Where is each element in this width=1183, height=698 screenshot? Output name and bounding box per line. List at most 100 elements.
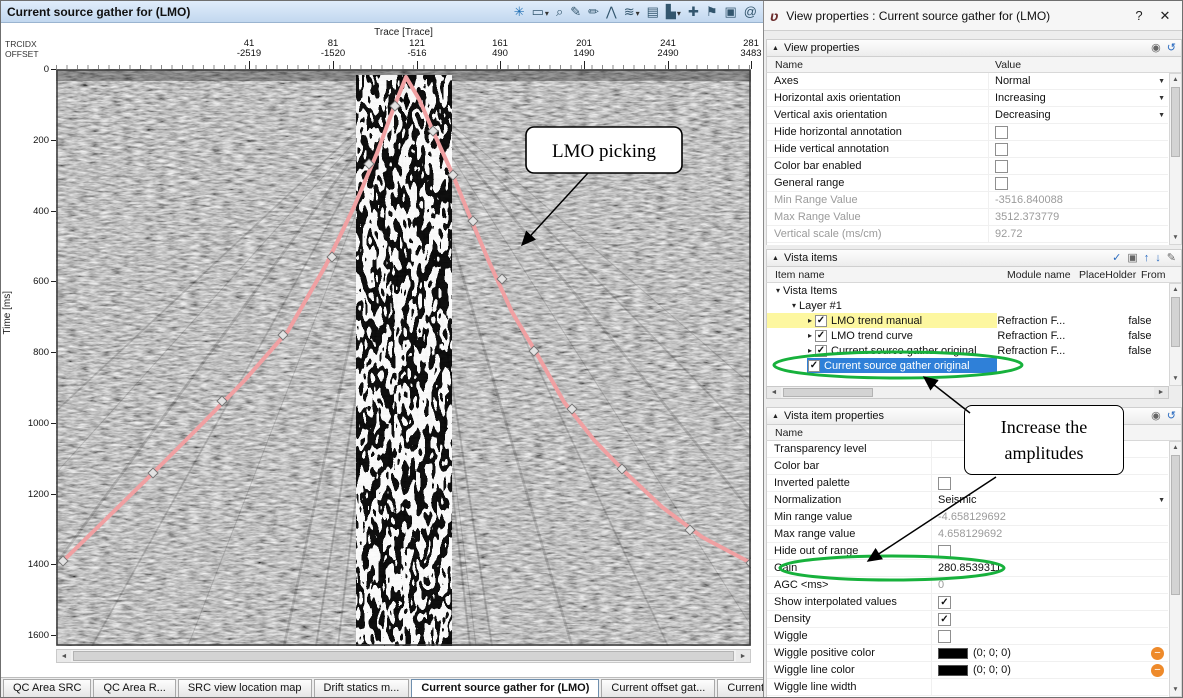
view-properties-scrollbar[interactable] (1169, 73, 1182, 245)
checkbox[interactable] (938, 545, 951, 558)
expander-icon[interactable] (789, 301, 799, 310)
settings-icon[interactable]: ✳ (514, 5, 525, 18)
property-row-gain[interactable]: Gain 280.8539311 (767, 560, 1168, 577)
scroll-right-icon[interactable] (736, 650, 750, 662)
zoom-icon[interactable]: ⌕ (556, 5, 563, 18)
remove-icon[interactable] (1151, 647, 1164, 660)
tree-row-lmo-trend-curve[interactable]: LMO trend curve Refraction F... false (767, 328, 1168, 343)
property-row[interactable]: Axes Normal (767, 73, 1168, 90)
expander-icon[interactable] (805, 346, 815, 355)
scroll-up-icon[interactable] (1170, 74, 1181, 86)
tab-current-source-gather[interactable]: Current source gath... (717, 679, 764, 698)
property-row[interactable]: Inverted palette (767, 475, 1168, 492)
move-up-icon[interactable]: ↑ (1144, 253, 1150, 264)
property-row[interactable]: Color bar enabled (767, 158, 1168, 175)
vista-items-horizontal-scrollbar[interactable] (766, 386, 1169, 399)
property-row[interactable]: Density (767, 611, 1168, 628)
scrollbar-thumb[interactable] (1171, 87, 1180, 157)
help-button[interactable]: ? (1126, 8, 1152, 23)
scroll-down-icon[interactable] (1170, 232, 1181, 244)
move-down-icon[interactable]: ↓ (1155, 253, 1161, 264)
scrollbar-thumb[interactable] (73, 651, 734, 661)
property-row[interactable]: AGC <ms> 0 (767, 577, 1168, 594)
fence-view-icon[interactable]: ▤ (647, 5, 659, 18)
tree-row[interactable]: Vista Items (767, 283, 1168, 298)
property-row[interactable]: Max range value 4.658129692 (767, 526, 1168, 543)
scroll-up-icon[interactable] (1170, 284, 1181, 296)
apply-icon[interactable]: ✓ (1112, 253, 1121, 264)
tab-qc-area-r[interactable]: QC Area R... (93, 679, 175, 698)
property-row[interactable]: Normalization Seismic (767, 492, 1168, 509)
tab-current-offset-gather[interactable]: Current offset gat... (601, 679, 715, 698)
color-swatch[interactable] (938, 665, 968, 676)
view-properties-section-header[interactable]: ▲ View properties ◉ ↺ (766, 39, 1182, 57)
checkbox[interactable] (995, 126, 1008, 139)
property-row[interactable]: Min Range Value -3516.840088 (767, 192, 1168, 209)
scrollbar-thumb[interactable] (783, 388, 873, 397)
collapse-icon[interactable]: ▲ (772, 255, 779, 262)
scroll-left-icon[interactable] (767, 387, 781, 398)
erase-tool-icon[interactable]: ✏ (588, 5, 599, 18)
property-row[interactable]: Wiggle (767, 628, 1168, 645)
reset-icon[interactable]: ↺ (1167, 43, 1176, 54)
at-icon[interactable]: @ (744, 5, 757, 18)
image-icon[interactable]: ▣ (725, 5, 737, 18)
link-icon[interactable]: ◉ (1151, 411, 1161, 422)
tab-drift-statics[interactable]: Drift statics m... (314, 679, 410, 698)
scrollbar-thumb[interactable] (1171, 297, 1180, 347)
tab-current-source-gather-lmo[interactable]: Current source gather for (LMO) (411, 679, 599, 698)
expander-icon[interactable] (805, 331, 815, 340)
close-icon[interactable]: ✕ (1152, 8, 1178, 24)
flag-icon[interactable]: ⚑ (706, 5, 718, 18)
fan-tool-icon[interactable]: ⋀ (606, 5, 617, 18)
remove-icon[interactable] (1151, 664, 1164, 677)
select-tool-icon[interactable]: ▭ (532, 5, 549, 18)
seismic-horizontal-scrollbar[interactable] (56, 649, 751, 663)
color-swatch[interactable] (938, 648, 968, 659)
tree-row-lmo-trend-manual[interactable]: LMO trend manual Refraction F... false (767, 313, 1168, 328)
checkbox[interactable] (815, 345, 827, 357)
pick-icon[interactable]: ✎ (1167, 253, 1176, 264)
checkbox[interactable] (995, 177, 1008, 190)
pick-tool-icon[interactable]: ✎ (570, 5, 581, 18)
checkbox[interactable] (938, 630, 951, 643)
checkbox[interactable] (938, 613, 951, 626)
tree-row[interactable]: Layer #1 (767, 298, 1168, 313)
property-row[interactable]: Horizontal axis orientation Increasing (767, 90, 1168, 107)
vista-item-properties-scrollbar[interactable] (1169, 441, 1182, 697)
link-icon[interactable]: ◉ (1151, 43, 1161, 54)
expander-icon[interactable] (773, 286, 783, 295)
checkbox[interactable] (815, 315, 827, 327)
vista-items-scrollbar[interactable] (1169, 283, 1182, 386)
tree-row-source-gather-original-selected[interactable]: Current source gather original (767, 358, 1168, 373)
scroll-left-icon[interactable] (57, 650, 71, 662)
tab-src-view-location-map[interactable]: SRC view location map (178, 679, 312, 698)
property-row[interactable]: Hide vertical annotation (767, 141, 1168, 158)
property-row[interactable]: Wiggle line color (0; 0; 0) (767, 662, 1168, 679)
checkbox[interactable] (995, 160, 1008, 173)
checkbox[interactable] (808, 360, 820, 372)
property-row[interactable]: Hide horizontal annotation (767, 124, 1168, 141)
checkbox[interactable] (938, 596, 951, 609)
checkbox[interactable] (938, 477, 951, 490)
property-row[interactable]: Wiggle positive color (0; 0; 0) (767, 645, 1168, 662)
scroll-right-icon[interactable] (1154, 387, 1168, 398)
vista-items-section-header[interactable]: ▲ Vista items ✓ ▣ ↑ ↓ ✎ (766, 249, 1182, 267)
checkbox[interactable] (995, 143, 1008, 156)
copy-icon[interactable]: ▣ (1127, 253, 1137, 264)
property-row[interactable]: General range (767, 175, 1168, 192)
checkbox[interactable] (815, 330, 827, 342)
tab-qc-area-src[interactable]: QC Area SRC (3, 679, 91, 698)
histogram-icon[interactable]: ▙ (666, 5, 681, 18)
reset-icon[interactable]: ↺ (1167, 411, 1176, 422)
property-row[interactable]: Vertical scale (ms/cm) 92.72 (767, 226, 1168, 243)
tree-row-source-gather-original[interactable]: Current source gather original Refractio… (767, 343, 1168, 358)
property-row[interactable]: Vertical axis orientation Decreasing (767, 107, 1168, 124)
property-row[interactable]: Hide out of range (767, 543, 1168, 560)
crosshair-icon[interactable]: ✚ (688, 5, 699, 18)
property-row[interactable]: Max Range Value 3512.373779 (767, 209, 1168, 226)
scroll-down-icon[interactable] (1170, 684, 1181, 696)
seismic-plot[interactable]: LMO picking (56, 69, 751, 646)
scroll-down-icon[interactable] (1170, 373, 1181, 385)
property-row[interactable]: Show interpolated values (767, 594, 1168, 611)
